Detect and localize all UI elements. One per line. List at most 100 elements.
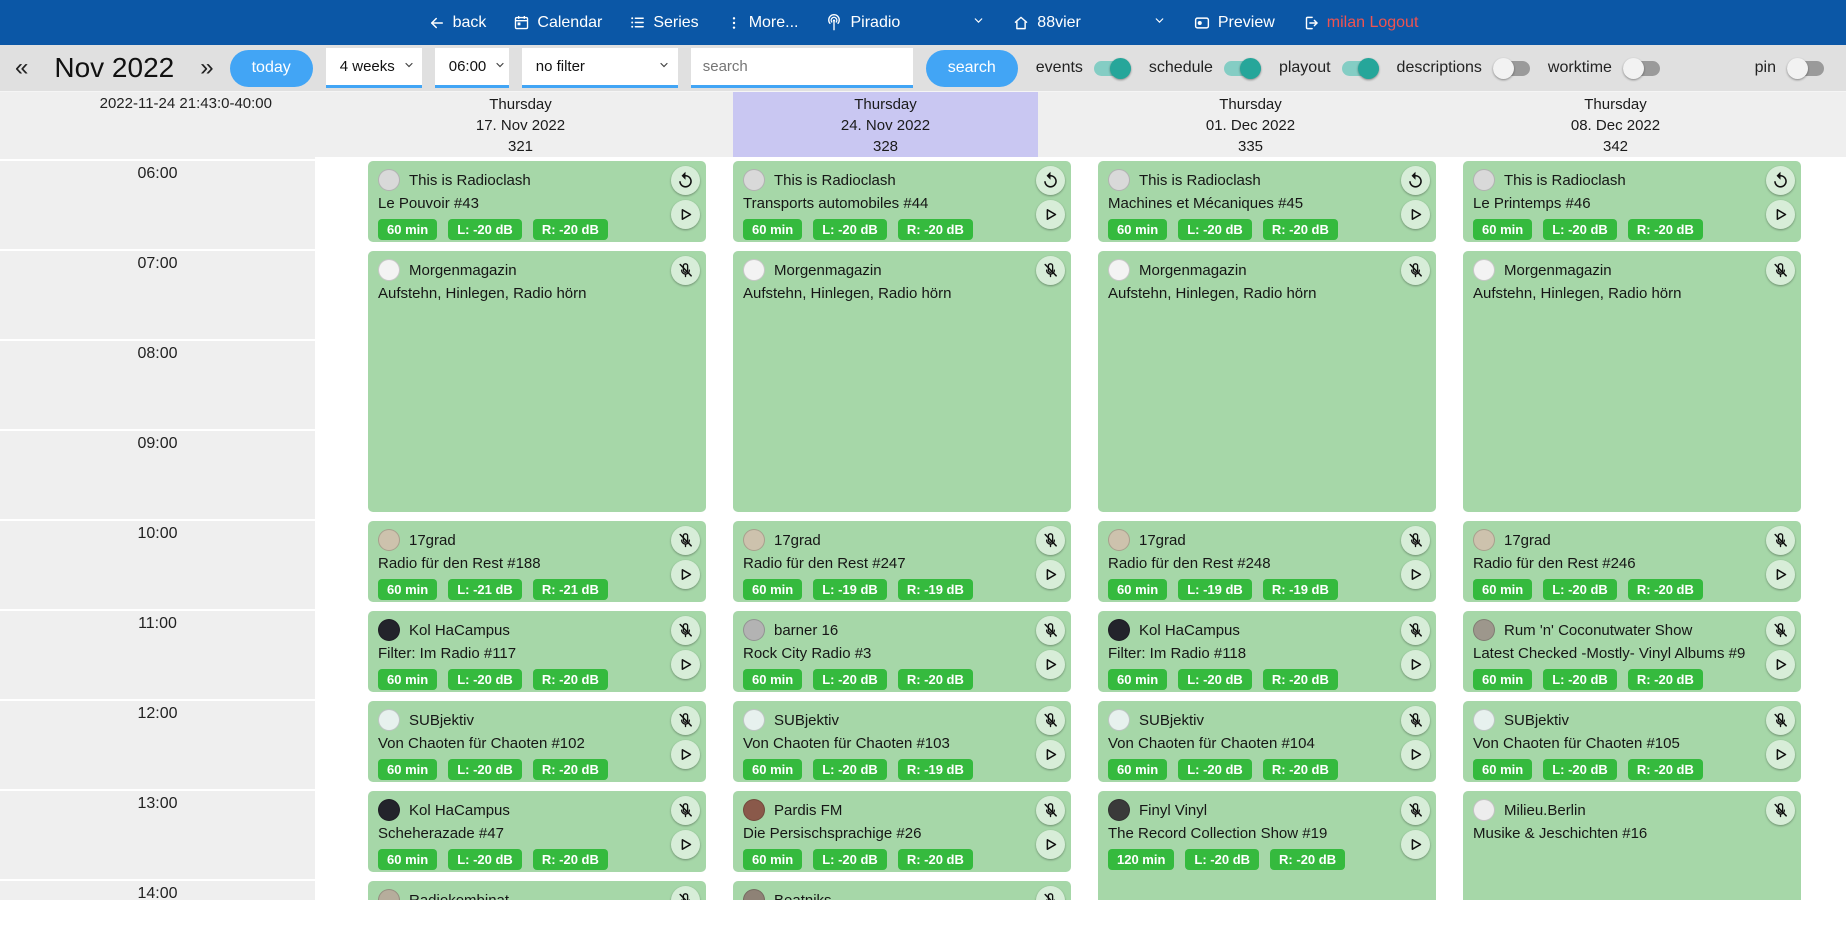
- play-button[interactable]: [671, 200, 700, 229]
- event-card[interactable]: Morgenmagazin Aufstehn, Hinlegen, Radio …: [368, 251, 706, 512]
- play-button[interactable]: [1401, 650, 1430, 679]
- event-card[interactable]: Milieu.Berlin Musike & Jeschichten #16: [1463, 791, 1801, 900]
- event-card[interactable]: SUBjektiv Von Chaoten für Chaoten #102 6…: [368, 701, 706, 782]
- event-card[interactable]: 17grad Radio für den Rest #247 60 min L:…: [733, 521, 1071, 602]
- pin-toggle[interactable]: [1787, 61, 1824, 76]
- event-card[interactable]: 17grad Radio für den Rest #188 60 min L:…: [368, 521, 706, 602]
- event-card[interactable]: Radiokombinat: [368, 881, 706, 900]
- schedule-toggle[interactable]: [1224, 61, 1261, 76]
- events-toggle[interactable]: [1094, 61, 1131, 76]
- play-button[interactable]: [1401, 740, 1430, 769]
- station-menu[interactable]: Piradio: [825, 14, 900, 32]
- event-card[interactable]: This is Radioclash Le Pouvoir #43 60 min…: [368, 161, 706, 242]
- day-header[interactable]: Thursday 08. Dec 2022 342: [1463, 92, 1768, 157]
- event-card[interactable]: Kol HaCampus Filter: Im Radio #117 60 mi…: [368, 611, 706, 692]
- event-card[interactable]: Kol HaCampus Scheherazade #47 60 min L: …: [368, 791, 706, 872]
- event-card[interactable]: Finyl Vinyl The Record Collection Show #…: [1098, 791, 1436, 900]
- event-card[interactable]: Beatniks: [733, 881, 1071, 900]
- event-header: This is Radioclash: [743, 168, 1061, 192]
- play-button[interactable]: [1766, 200, 1795, 229]
- play-button[interactable]: [1036, 560, 1065, 589]
- play-button[interactable]: [671, 560, 700, 589]
- mic-off-button[interactable]: [1401, 706, 1430, 735]
- worktime-toggle[interactable]: [1623, 61, 1660, 76]
- nav-series[interactable]: Series: [629, 14, 698, 32]
- back-button[interactable]: back: [428, 14, 487, 32]
- nav-calendar[interactable]: Calendar: [513, 14, 602, 32]
- event-card[interactable]: 17grad Radio für den Rest #248 60 min L:…: [1098, 521, 1436, 602]
- replay-button[interactable]: [1766, 166, 1795, 195]
- channel-menu[interactable]: 88vier: [1012, 14, 1081, 32]
- day-header[interactable]: Thursday 24. Nov 2022 328: [733, 92, 1038, 157]
- search-input[interactable]: [691, 48, 913, 88]
- event-card[interactable]: barner 16 Rock City Radio #3 60 min L: -…: [733, 611, 1071, 692]
- mic-off-button[interactable]: [1036, 796, 1065, 825]
- mic-off-button[interactable]: [1036, 616, 1065, 645]
- day-header[interactable]: Thursday 01. Dec 2022 335: [1098, 92, 1403, 157]
- replay-button[interactable]: [671, 166, 700, 195]
- event-card[interactable]: This is Radioclash Le Printemps #46 60 m…: [1463, 161, 1801, 242]
- mic-off-button[interactable]: [671, 796, 700, 825]
- event-card[interactable]: This is Radioclash Transports automobile…: [733, 161, 1071, 242]
- start-time-select[interactable]: 06:00: [435, 48, 509, 88]
- show-avatar: [1108, 709, 1130, 731]
- chevron-down-icon[interactable]: [1153, 14, 1166, 32]
- event-card[interactable]: SUBjektiv Von Chaoten für Chaoten #105 6…: [1463, 701, 1801, 782]
- play-button[interactable]: [1036, 830, 1065, 859]
- mic-off-button[interactable]: [1401, 616, 1430, 645]
- descriptions-toggle[interactable]: [1493, 61, 1530, 76]
- day-header[interactable]: Thursday 17. Nov 2022 321: [368, 92, 673, 157]
- replay-button[interactable]: [1036, 166, 1065, 195]
- preview-button[interactable]: Preview: [1193, 14, 1275, 32]
- play-button[interactable]: [1766, 560, 1795, 589]
- event-card[interactable]: Morgenmagazin Aufstehn, Hinlegen, Radio …: [733, 251, 1071, 512]
- mic-off-button[interactable]: [1766, 616, 1795, 645]
- replay-button[interactable]: [1401, 166, 1430, 195]
- search-button[interactable]: search: [926, 50, 1018, 87]
- chevron-down-icon[interactable]: [972, 14, 985, 32]
- play-button[interactable]: [671, 740, 700, 769]
- mic-off-button[interactable]: [1036, 526, 1065, 555]
- play-button[interactable]: [1401, 560, 1430, 589]
- nav-more[interactable]: More...: [726, 14, 799, 32]
- event-card[interactable]: 17grad Radio für den Rest #246 60 min L:…: [1463, 521, 1801, 602]
- mic-off-button[interactable]: [1766, 796, 1795, 825]
- day-date: 24. Nov 2022: [733, 115, 1038, 136]
- mic-off-button[interactable]: [671, 256, 700, 285]
- mic-off-button[interactable]: [671, 616, 700, 645]
- range-select[interactable]: 4 weeks: [326, 48, 422, 88]
- event-card[interactable]: SUBjektiv Von Chaoten für Chaoten #103 6…: [733, 701, 1071, 782]
- play-button[interactable]: [1766, 740, 1795, 769]
- event-card[interactable]: SUBjektiv Von Chaoten für Chaoten #104 6…: [1098, 701, 1436, 782]
- next-month-button[interactable]: »: [197, 56, 216, 80]
- play-button[interactable]: [1036, 650, 1065, 679]
- prev-month-button[interactable]: «: [12, 56, 31, 80]
- mic-off-button[interactable]: [671, 706, 700, 735]
- filter-select[interactable]: no filter: [522, 48, 678, 88]
- event-card[interactable]: Morgenmagazin Aufstehn, Hinlegen, Radio …: [1463, 251, 1801, 512]
- play-button[interactable]: [671, 830, 700, 859]
- play-button[interactable]: [1401, 830, 1430, 859]
- mic-off-button[interactable]: [1401, 526, 1430, 555]
- event-card[interactable]: Rum 'n' Coconutwater Show Latest Checked…: [1463, 611, 1801, 692]
- mic-off-button[interactable]: [671, 526, 700, 555]
- logout-button[interactable]: milan Logout: [1302, 14, 1419, 32]
- event-card[interactable]: Pardis FM Die Persischsprachige #26 60 m…: [733, 791, 1071, 872]
- play-button[interactable]: [1036, 740, 1065, 769]
- mic-off-button[interactable]: [1036, 256, 1065, 285]
- play-button[interactable]: [1036, 200, 1065, 229]
- play-button[interactable]: [1766, 650, 1795, 679]
- mic-off-button[interactable]: [1766, 526, 1795, 555]
- play-button[interactable]: [671, 650, 700, 679]
- play-button[interactable]: [1401, 200, 1430, 229]
- event-card[interactable]: This is Radioclash Machines et Mécanique…: [1098, 161, 1436, 242]
- event-card[interactable]: Morgenmagazin Aufstehn, Hinlegen, Radio …: [1098, 251, 1436, 512]
- today-button[interactable]: today: [230, 50, 313, 87]
- mic-off-button[interactable]: [1766, 256, 1795, 285]
- mic-off-button[interactable]: [1401, 256, 1430, 285]
- mic-off-button[interactable]: [1401, 796, 1430, 825]
- mic-off-button[interactable]: [1766, 706, 1795, 735]
- mic-off-button[interactable]: [1036, 706, 1065, 735]
- event-card[interactable]: Kol HaCampus Filter: Im Radio #118 60 mi…: [1098, 611, 1436, 692]
- playout-toggle[interactable]: [1342, 61, 1379, 76]
